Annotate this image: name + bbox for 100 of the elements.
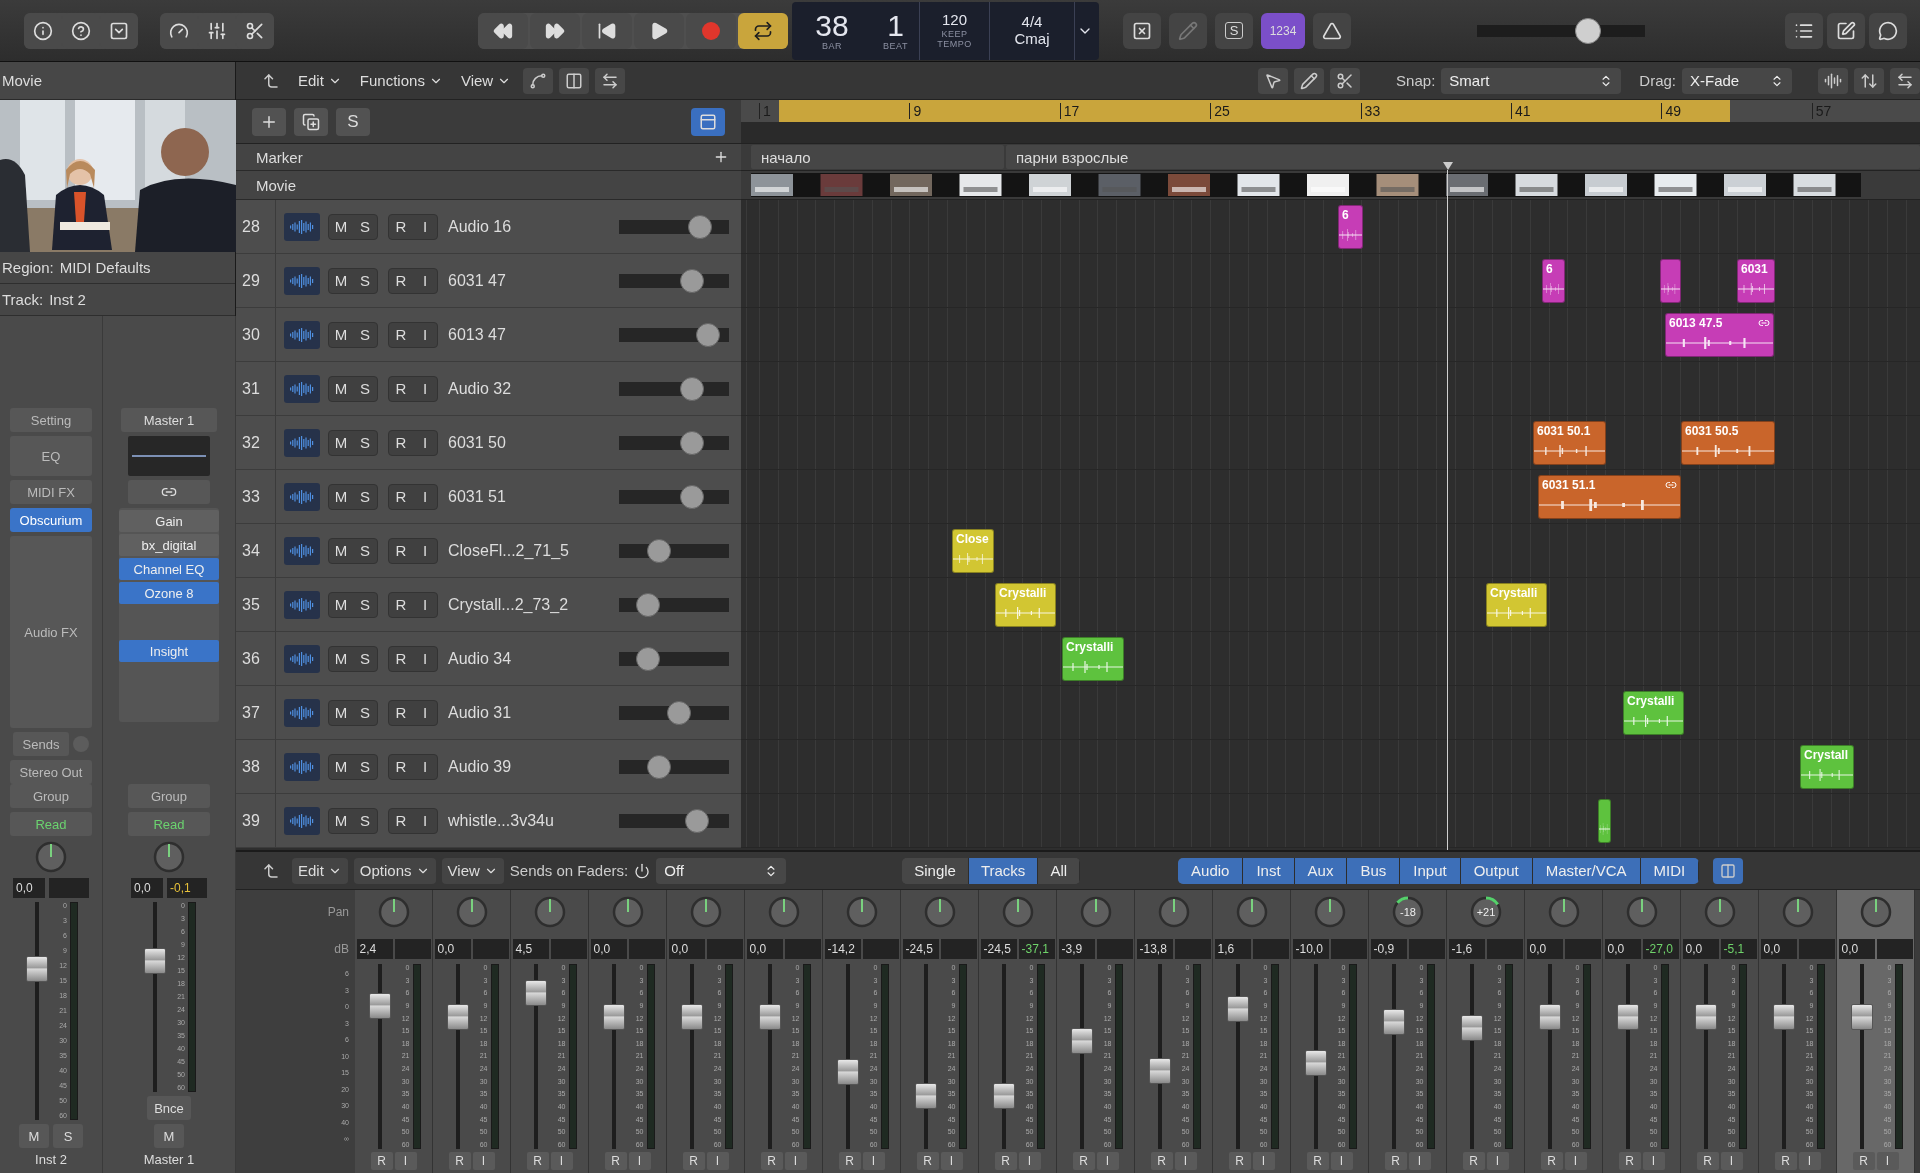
- mute-button[interactable]: M: [329, 700, 353, 725]
- power-icon[interactable]: [634, 862, 651, 879]
- fader-handle[interactable]: [914, 1083, 937, 1110]
- input-monitor-button[interactable]: I: [1174, 1152, 1197, 1170]
- fader-handle[interactable]: [446, 1003, 469, 1030]
- fader-handle[interactable]: [368, 992, 391, 1019]
- group-slot[interactable]: Group: [128, 784, 210, 808]
- horizontal-zoom-icon[interactable]: [1890, 67, 1920, 94]
- track-header[interactable]: 33 M S R I 6031 51: [236, 470, 741, 524]
- record-enable-button[interactable]: R: [1852, 1152, 1875, 1170]
- mute-button[interactable]: M: [329, 808, 353, 833]
- audio-fx-slot[interactable]: Audio FX: [10, 536, 92, 728]
- fader-handle[interactable]: [1772, 1003, 1795, 1030]
- record-enable-button[interactable]: R: [1228, 1152, 1251, 1170]
- menu-button[interactable]: Options: [353, 857, 436, 884]
- mute-button[interactable]: M: [329, 214, 353, 239]
- pan-knob[interactable]: [1702, 895, 1737, 929]
- pointer-icon[interactable]: [1258, 67, 1289, 94]
- scissors-icon[interactable]: [1330, 67, 1361, 94]
- view-tab[interactable]: Tracks: [968, 857, 1039, 884]
- fader-handle[interactable]: [680, 1003, 703, 1030]
- columns-icon[interactable]: [1713, 857, 1744, 884]
- fader-handle[interactable]: [1304, 1049, 1327, 1076]
- fader-handle[interactable]: [524, 979, 547, 1006]
- record-enable-button[interactable]: R: [1462, 1152, 1485, 1170]
- fader-handle[interactable]: [1694, 1003, 1717, 1030]
- record-enable-button[interactable]: R: [389, 484, 413, 509]
- mute-button[interactable]: M: [329, 646, 353, 671]
- pan-knob[interactable]: [1156, 895, 1191, 929]
- input-monitor-button[interactable]: I: [413, 430, 437, 455]
- input-monitor-button[interactable]: I: [413, 376, 437, 401]
- track-header[interactable]: 38 M S R I Audio 39: [236, 740, 741, 794]
- slider-thumb[interactable]: [680, 430, 705, 455]
- pencil-icon[interactable]: [1294, 67, 1325, 94]
- link-icon[interactable]: [128, 480, 210, 504]
- input-monitor-button[interactable]: I: [413, 214, 437, 239]
- pan-knob[interactable]: [1624, 895, 1659, 929]
- midi-fx-slot[interactable]: MIDI FX: [10, 480, 92, 504]
- audio-region[interactable]: 6: [1542, 259, 1565, 303]
- menu-button[interactable]: View: [441, 857, 504, 884]
- automation-mode-button[interactable]: Read: [128, 812, 210, 836]
- filter-button[interactable]: Bus: [1347, 857, 1401, 884]
- pan-knob[interactable]: -18: [1390, 895, 1425, 929]
- input-monitor-button[interactable]: I: [1876, 1152, 1899, 1170]
- mute-button[interactable]: M: [329, 592, 353, 617]
- plugin-slot[interactable]: Insight: [119, 640, 219, 662]
- slider-thumb[interactable]: [680, 484, 705, 509]
- input-monitor-button[interactable]: I: [413, 700, 437, 725]
- solo-button[interactable]: S: [353, 376, 377, 401]
- track-header[interactable]: 39 M S R I whistle...3v34u: [236, 794, 741, 848]
- record-enable-button[interactable]: R: [389, 268, 413, 293]
- group-slot[interactable]: Group: [10, 784, 92, 808]
- pan-knob[interactable]: [1546, 895, 1581, 929]
- menu-button[interactable]: Functions: [353, 67, 449, 94]
- solo-button[interactable]: S: [353, 268, 377, 293]
- input-monitor-button[interactable]: I: [1252, 1152, 1275, 1170]
- pan-knob[interactable]: [34, 840, 68, 874]
- filter-button[interactable]: Output: [1460, 857, 1533, 884]
- list-icon[interactable]: [1785, 12, 1823, 49]
- fader-handle[interactable]: [602, 1003, 625, 1030]
- menu-button[interactable]: Edit: [292, 67, 348, 94]
- record-enable-button[interactable]: R: [389, 646, 413, 671]
- speech-bubble-icon[interactable]: [1869, 12, 1907, 49]
- input-monitor-button[interactable]: I: [1642, 1152, 1665, 1170]
- solo-button[interactable]: S: [353, 592, 377, 617]
- audio-region[interactable]: 6031 50.1: [1533, 421, 1606, 465]
- pan-knob[interactable]: [376, 895, 411, 929]
- fader-handle[interactable]: [26, 955, 48, 982]
- audio-region[interactable]: 6031 50.5: [1681, 421, 1775, 465]
- input-monitor-button[interactable]: I: [784, 1152, 807, 1170]
- slider-thumb[interactable]: [687, 214, 712, 239]
- note-pad-icon[interactable]: [1827, 12, 1865, 49]
- fader-handle[interactable]: [1538, 1003, 1561, 1030]
- record-enable-button[interactable]: R: [389, 214, 413, 239]
- record-enable-button[interactable]: R: [389, 700, 413, 725]
- input-monitor-button[interactable]: I: [1564, 1152, 1587, 1170]
- input-monitor-button[interactable]: I: [862, 1152, 885, 1170]
- record-enable-button[interactable]: R: [1150, 1152, 1173, 1170]
- solo-button[interactable]: S: [353, 538, 377, 563]
- record-enable-button[interactable]: R: [389, 754, 413, 779]
- record-enable-button[interactable]: R: [448, 1152, 471, 1170]
- pan-knob[interactable]: [1858, 895, 1893, 929]
- filter-button[interactable]: Aux: [1294, 857, 1348, 884]
- solo-button[interactable]: S: [1215, 12, 1253, 49]
- solo-button[interactable]: S: [353, 700, 377, 725]
- track-header[interactable]: 36 M S R I Audio 34: [236, 632, 741, 686]
- pan-knob[interactable]: [844, 895, 879, 929]
- fader-handle[interactable]: [1616, 1003, 1639, 1030]
- input-monitor-button[interactable]: I: [1330, 1152, 1353, 1170]
- input-monitor-button[interactable]: I: [1486, 1152, 1509, 1170]
- track-header[interactable]: 35 M S R I Crystall...2_73_2: [236, 578, 741, 632]
- record-enable-button[interactable]: R: [1774, 1152, 1797, 1170]
- solo-button[interactable]: S: [353, 214, 377, 239]
- pan-knob[interactable]: [1078, 895, 1113, 929]
- solo-button[interactable]: S: [53, 1124, 83, 1148]
- pan-knob[interactable]: [1780, 895, 1815, 929]
- input-monitor-button[interactable]: I: [940, 1152, 963, 1170]
- track-header[interactable]: 29 M S R I 6031 47: [236, 254, 741, 308]
- solo-button[interactable]: S: [353, 322, 377, 347]
- solo-button[interactable]: S: [336, 107, 370, 136]
